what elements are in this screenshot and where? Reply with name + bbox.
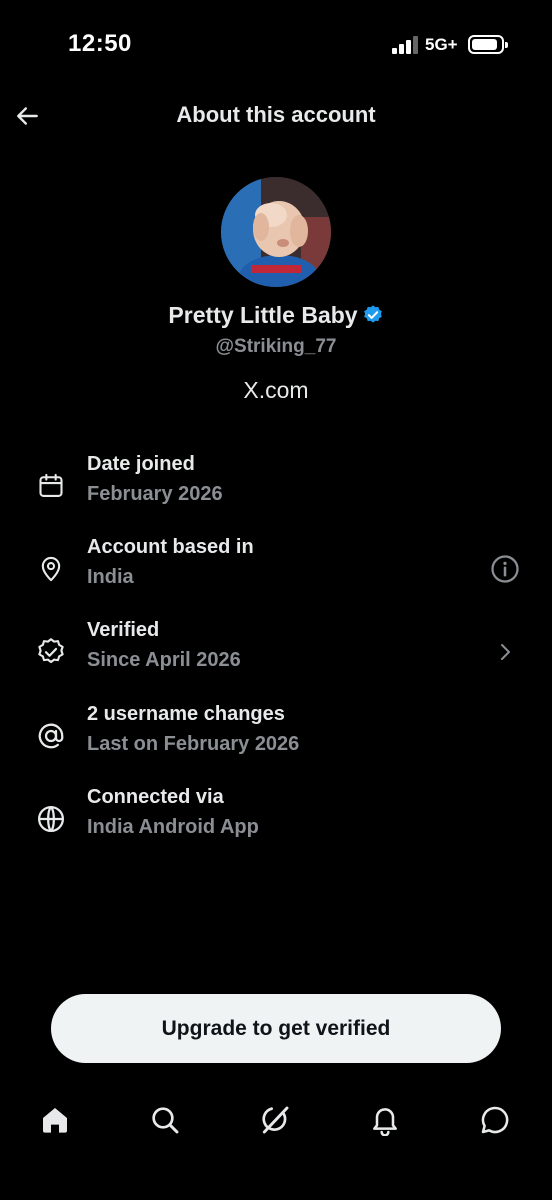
tab-home[interactable] [35, 1100, 75, 1140]
info-value: Since April 2026 [87, 649, 241, 671]
header: About this account [0, 88, 552, 144]
location-pin-icon [34, 552, 68, 586]
info-label: Account based in [87, 536, 254, 558]
info-icon [491, 555, 519, 583]
tab-search[interactable] [145, 1100, 185, 1140]
at-sign-icon [34, 719, 68, 753]
home-icon [43, 1108, 67, 1133]
verified-seal-icon [34, 635, 68, 669]
globe-icon [34, 802, 68, 836]
info-row-verified[interactable]: Verified Since April 2026 [0, 619, 552, 689]
notifications-icon [373, 1108, 397, 1136]
info-button[interactable] [488, 552, 522, 586]
info-value: Last on February 2026 [87, 733, 300, 755]
info-label: Verified [87, 619, 160, 641]
bottom-tab-bar [0, 1090, 552, 1150]
avatar-image [221, 177, 331, 287]
battery-icon [468, 35, 508, 54]
grok-icon [262, 1106, 289, 1134]
page-title: About this account [176, 102, 376, 127]
info-row-connected-via: Connected via India Android App [0, 786, 552, 856]
user-handle: @Striking_77 [215, 336, 337, 357]
status-time: 12:50 [68, 30, 132, 57]
search-icon [152, 1107, 179, 1134]
info-row-account-based-in: Account based in India [0, 536, 552, 606]
calendar-icon [34, 469, 68, 503]
info-value: February 2026 [87, 483, 223, 505]
tab-grok[interactable] [255, 1100, 295, 1140]
verified-badge-icon [363, 305, 382, 323]
chevron-right-icon [501, 644, 510, 660]
tab-notifications[interactable] [365, 1100, 405, 1140]
messages-icon [481, 1106, 509, 1134]
info-row-username-changes: 2 username changes Last on February 2026 [0, 703, 552, 773]
tab-messages[interactable] [475, 1100, 515, 1140]
display-name-text: Pretty Little Baby [168, 302, 358, 328]
avatar[interactable] [221, 177, 331, 287]
display-name: Pretty Little Baby [0, 302, 552, 329]
info-value: India Android App [87, 816, 259, 838]
info-value: India [87, 566, 134, 588]
info-label: Connected via [87, 786, 224, 808]
upgrade-button[interactable]: Upgrade to get verified [51, 994, 501, 1063]
status-bar: 12:50 5G+ [0, 0, 552, 90]
site-link[interactable]: X.com [0, 377, 552, 404]
info-label: 2 username changes [87, 703, 285, 725]
info-row-date-joined: Date joined February 2026 [0, 453, 552, 523]
info-label: Date joined [87, 453, 195, 475]
verified-details-button[interactable] [488, 635, 522, 669]
signal-icon [392, 36, 422, 54]
network-type: 5G+ [425, 35, 458, 54]
